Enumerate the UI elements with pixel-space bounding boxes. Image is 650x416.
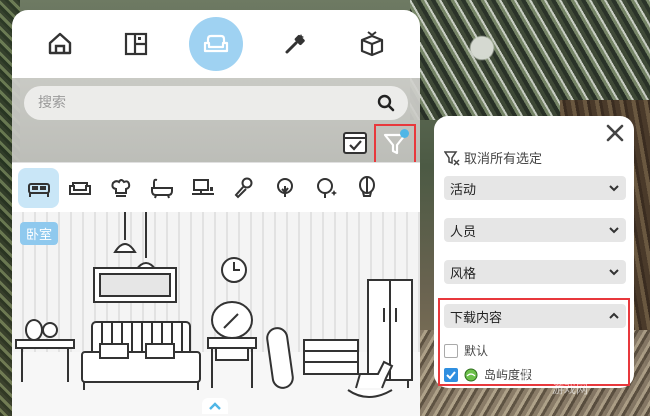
- build-panel: 卧室: [12, 10, 420, 416]
- filter-panel: 取消所有选定 活动 人员 风格 下载内容 默认 岛屿度假: [434, 116, 634, 388]
- category-row: [12, 162, 420, 212]
- filter-group-label: 下载内容: [450, 310, 503, 326]
- sparkle-balloon-icon: [316, 177, 337, 198]
- search-input[interactable]: [38, 95, 376, 111]
- category-special[interactable]: [346, 168, 387, 208]
- download-option-default[interactable]: 默认: [444, 342, 488, 359]
- floorplan-icon: [124, 32, 148, 56]
- microphone-icon: [234, 177, 252, 198]
- filter-button[interactable]: [374, 124, 416, 164]
- watermark-subtext: 游戏网: [552, 382, 589, 396]
- chevron-down-icon: [609, 269, 619, 276]
- category-entertainment[interactable]: [223, 168, 264, 208]
- check-icon: [446, 370, 456, 379]
- chevron-down-icon: [609, 185, 619, 192]
- filter-group-label: 风格: [450, 266, 477, 282]
- room-label: 卧室: [20, 222, 59, 245]
- category-sofa[interactable]: [59, 168, 100, 208]
- bed-icon: [27, 182, 50, 197]
- filter-clear-icon: [444, 150, 460, 166]
- filter-group-label: 人员: [450, 224, 477, 240]
- filter-group-label: 活动: [450, 182, 477, 198]
- category-bathroom[interactable]: [141, 168, 182, 208]
- nav-furniture-button[interactable]: [189, 17, 243, 71]
- filter-group-activity[interactable]: 活动: [444, 176, 626, 200]
- sofa-icon: [68, 181, 91, 195]
- filter-group-people[interactable]: 人员: [444, 218, 626, 242]
- scroll-up-button[interactable]: [202, 398, 228, 414]
- island-pack-icon: [464, 368, 478, 381]
- filter-group-downloads[interactable]: 下载内容: [444, 304, 626, 328]
- nav-tools-button[interactable]: [273, 21, 319, 67]
- nav-home-button[interactable]: [37, 21, 83, 67]
- checkbox[interactable]: [444, 343, 458, 358]
- nav-layout-button[interactable]: [113, 21, 159, 67]
- clear-all-label: 取消所有选定: [464, 152, 543, 167]
- chef-hat-icon: [110, 178, 130, 197]
- category-decor[interactable]: [305, 168, 346, 208]
- nav-storage-button[interactable]: [349, 21, 395, 67]
- category-bed[interactable]: [18, 167, 59, 208]
- view-toggle-icon[interactable]: [342, 130, 368, 156]
- room-preview: 卧室: [12, 212, 420, 416]
- top-nav: [12, 10, 420, 78]
- chevron-down-icon: [609, 227, 619, 234]
- sofa-icon: [203, 34, 229, 53]
- category-kitchen[interactable]: [100, 168, 141, 208]
- category-outdoor[interactable]: [264, 168, 305, 208]
- search-area: [12, 78, 420, 174]
- option-label: 默认: [464, 344, 489, 358]
- checkbox[interactable]: [444, 367, 458, 382]
- computer-desk-icon: [191, 178, 214, 195]
- filter-active-dot: [400, 129, 409, 138]
- chevron-up-icon: [209, 402, 221, 410]
- bedroom-illustration: [15, 212, 413, 398]
- close-icon[interactable]: [604, 122, 626, 144]
- bathtub-icon: [150, 178, 173, 198]
- hot-air-balloon-icon: [358, 175, 375, 197]
- tree-icon: [276, 177, 293, 197]
- chevron-up-icon: [609, 312, 619, 319]
- search-icon[interactable]: [376, 93, 396, 113]
- category-office[interactable]: [182, 168, 223, 208]
- filter-group-style[interactable]: 风格: [444, 260, 626, 284]
- box-icon: [360, 31, 384, 57]
- search-bar: [24, 86, 408, 120]
- house-icon: [48, 32, 72, 55]
- paint-tools-icon: [285, 34, 305, 54]
- clear-all-button[interactable]: 取消所有选定: [444, 148, 542, 167]
